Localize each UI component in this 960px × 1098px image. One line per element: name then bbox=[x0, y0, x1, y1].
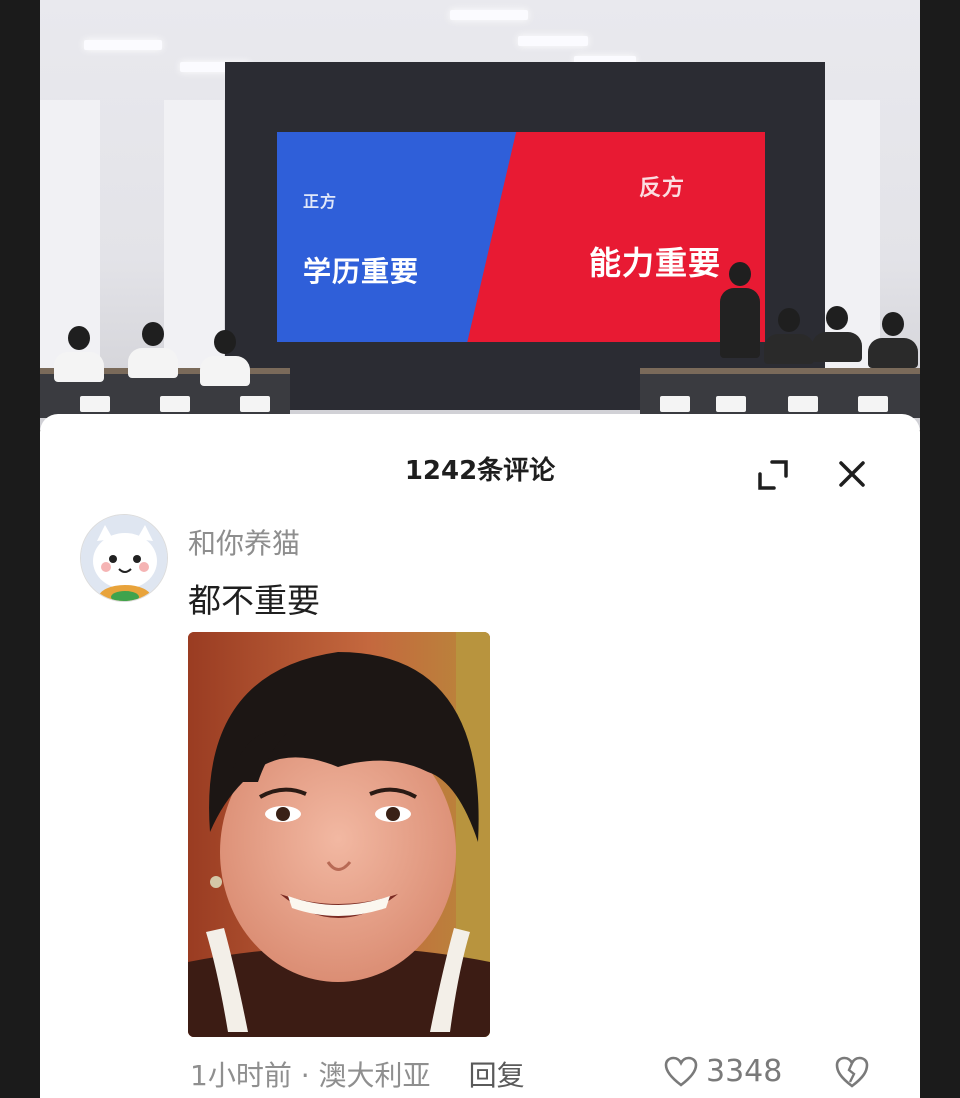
comments-sheet: 1242条评论 和你养猫 都不重要 1小时前 · 澳大利亚 回复 3348 bbox=[40, 414, 920, 1098]
broken-heart-icon[interactable] bbox=[834, 1054, 870, 1090]
debater bbox=[128, 322, 178, 378]
negative-thesis: 能力重要 bbox=[589, 244, 722, 282]
comment-meta: 1小时前 · 澳大利亚 回复 bbox=[190, 1054, 525, 1094]
like-button[interactable]: 3348 bbox=[664, 1054, 782, 1089]
ceiling-light bbox=[84, 40, 162, 50]
affirmative-thesis: 学历重要 bbox=[303, 255, 420, 288]
nameplate bbox=[240, 396, 270, 412]
debater bbox=[812, 306, 862, 362]
nameplate bbox=[858, 396, 888, 412]
comment-text: 都不重要 bbox=[188, 581, 320, 620]
nameplate bbox=[80, 396, 110, 412]
comment-time: 1小时前 · 澳大利亚 bbox=[190, 1059, 431, 1092]
ceiling-light bbox=[518, 36, 588, 46]
negative-label: 反方 bbox=[639, 176, 686, 201]
debater bbox=[54, 326, 104, 382]
cat-mascot-icon bbox=[81, 515, 167, 601]
close-icon[interactable] bbox=[834, 456, 870, 492]
comment-username[interactable]: 和你养猫 bbox=[188, 522, 300, 562]
user-avatar[interactable] bbox=[80, 514, 168, 602]
nameplate bbox=[660, 396, 690, 412]
nameplate bbox=[788, 396, 818, 412]
reply-button[interactable]: 回复 bbox=[469, 1054, 525, 1094]
debater bbox=[200, 330, 250, 386]
smiling-person-image bbox=[188, 632, 490, 1037]
expand-icon[interactable] bbox=[756, 458, 790, 492]
ceiling-light bbox=[450, 10, 528, 20]
debater bbox=[868, 312, 918, 368]
debate-screen: 正方 学历重要 反方 能力重要 bbox=[277, 132, 765, 342]
nameplate bbox=[716, 396, 746, 412]
nameplate bbox=[160, 396, 190, 412]
debater bbox=[764, 308, 814, 364]
video-background[interactable]: 正方 学历重要 反方 能力重要 bbox=[40, 0, 920, 430]
like-count: 3348 bbox=[706, 1054, 783, 1089]
speaker bbox=[720, 262, 760, 358]
heart-outline-icon bbox=[664, 1056, 698, 1087]
affirmative-label: 正方 bbox=[303, 192, 338, 211]
comment-photo[interactable] bbox=[188, 632, 490, 1037]
right-border bbox=[920, 0, 960, 1098]
left-border bbox=[0, 0, 40, 1098]
